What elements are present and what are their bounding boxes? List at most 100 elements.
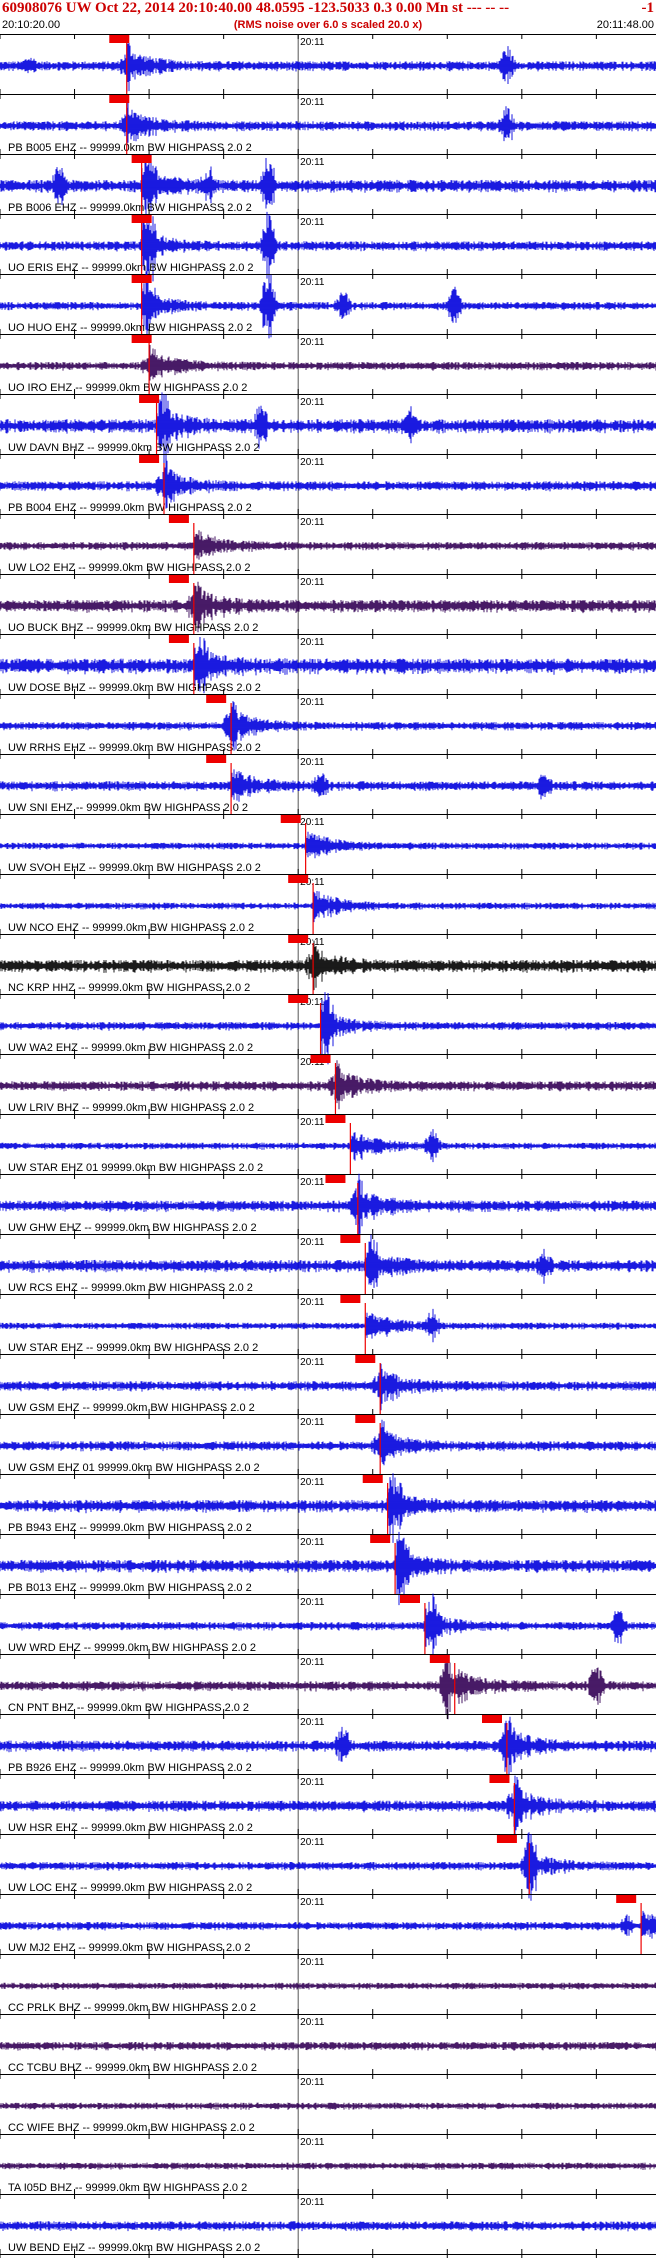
station-label: UW LRIV BHZ -- 99999.0km BW HIGHPASS 2.0… [8, 1102, 254, 1114]
waveform [0, 831, 656, 859]
trace-panel: 20:11 UW HSR EHZ -- 99999.0km BW HIGHPASS… [0, 1774, 656, 1838]
station-label: UW HSR EHZ -- 99999.0km BW HIGHPASS 2.0 … [8, 1822, 253, 1834]
minute-marker-label: 20:11 [300, 2017, 325, 2028]
trace-panel: 20:11 UW STAR EHZ -- 99999.0km BW HIGHPAS… [0, 1294, 656, 1354]
pick-marker [139, 395, 160, 403]
station-label: UW DAVN BHZ -- 99999.0km BW HIGHPASS 2.0… [8, 442, 259, 454]
trace-panel: 20:11 UW LOC EHZ -- 99999.0km BW HIGHPASS… [0, 1832, 656, 1901]
minute-marker-label: 20:11 [300, 1357, 325, 1368]
station-label: UW STAR EHZ 01 99999.0km BW HIGHPASS 2.0… [8, 1162, 263, 1174]
event-title: 60908076 UW Oct 22, 2014 20:10:40.00 48.… [2, 0, 510, 16]
trace-panel: 20:11 [0, 34, 656, 94]
trace-panel: 20:11 PB B926 EHZ -- 99999.0km BW HIGHPAS… [0, 1714, 656, 1775]
waveform [0, 2221, 656, 2232]
pick-marker [206, 755, 227, 763]
minute-marker-label: 20:11 [300, 817, 325, 828]
minute-marker-label: 20:11 [300, 517, 325, 528]
minute-marker-label: 20:11 [300, 337, 325, 348]
station-label: UW MJ2 EHZ -- 99999.0km BW HIGHPASS 2.0 … [8, 1942, 250, 1954]
waveform [0, 1419, 656, 1466]
waveform [0, 1982, 656, 1990]
minute-marker-label: 20:11 [300, 217, 325, 228]
station-label: UO BUCK BHZ -- 99999.0km BW HIGHPASS 2.0… [8, 622, 258, 634]
trace-panel: 20:11 UW RRHS EHZ -- 99999.0km BW HIGHPAS… [0, 694, 656, 754]
pick-marker [310, 1055, 331, 1063]
minute-marker-label: 20:11 [300, 457, 325, 468]
minute-marker-label: 20:11 [300, 1297, 325, 1308]
station-label: UW GHW EHZ -- 99999.0km BW HIGHPASS 2.0 … [8, 1222, 257, 1234]
trace-panel: 20:11 CN PNT BHZ -- 99999.0km BW HIGHPASS… [0, 1654, 656, 1720]
minute-marker-label: 20:11 [300, 397, 325, 408]
trace-panel: 20:11 UW GHW EHZ -- 99999.0km BW HIGHPASS… [0, 1173, 656, 1239]
station-label: CN PNT BHZ -- 99999.0km BW HIGHPASS 2.0 … [8, 1702, 249, 1714]
station-label: NC KRP HHZ -- 99999.0km BW HIGHPASS 2.0 … [8, 982, 250, 994]
trace-panel: 20:11 PB B005 EHZ -- 99999.0km BW HIGHPAS… [0, 94, 656, 154]
minute-marker-label: 20:11 [300, 1417, 325, 1428]
minute-marker-label: 20:11 [300, 1717, 325, 1728]
minute-marker-label: 20:11 [300, 1177, 325, 1188]
trace-panel: 20:11UW MOON EHZ -- 99999.0km BW HIGHPAS… [0, 2254, 656, 2258]
pick-marker [109, 95, 130, 103]
pick-marker [206, 695, 227, 703]
trace-panel: 20:11 PB B006 EHZ -- 99999.0km BW HIGHPAS… [0, 154, 656, 215]
minute-marker-label: 20:11 [300, 157, 325, 168]
pick-marker [325, 1175, 346, 1183]
pick-marker [131, 275, 152, 283]
pick-marker [340, 1235, 361, 1243]
minute-marker-label: 20:11 [300, 1657, 325, 1668]
pick-marker [362, 1475, 383, 1483]
waveform [0, 1910, 656, 1939]
pick-marker [616, 1895, 637, 1903]
station-label: UW GSM EHZ 01 99999.0km BW HIGHPASS 2.0 … [8, 1462, 260, 1474]
trace-panel: 20:11 PB B004 EHZ -- 99999.0km BW HIGHPAS… [0, 454, 656, 514]
waveform [0, 1129, 656, 1163]
pick-marker [355, 1415, 376, 1423]
trace-panel: 20:11UW LRIV BHZ -- 99999.0km BW HIGHPAS… [0, 1054, 656, 1114]
pick-marker [109, 35, 130, 43]
waveform [0, 1308, 656, 1343]
pick-marker [489, 1775, 510, 1783]
trace-panel: 20:11 UW LO2 EHZ -- 99999.0km BW HIGHPASS… [0, 514, 656, 574]
waveform [0, 1234, 656, 1288]
pick-marker [355, 1355, 376, 1363]
pick-marker [370, 1535, 391, 1543]
trace-panel: 20:11 UO HUO EHZ -- 99999.0km BW HIGHPASS… [0, 271, 656, 342]
record-header: 60908076 UW Oct 22, 2014 20:10:40.00 48.… [0, 0, 656, 34]
trace-panel: 20:11 UW DOSE BHZ -- 99999.0km BW HIGHPAS… [0, 634, 656, 694]
station-label: UW SNI EHZ -- 99999.0km BW HIGHPASS 2.0 … [8, 802, 248, 814]
trace-panel: 20:11UW NCO EHZ -- 99999.0km BW HIGHPASS… [0, 874, 656, 934]
station-label: CC PRLK BHZ -- 99999.0km BW HIGHPASS 2.0… [8, 2002, 256, 2014]
trace-panel: 20:11 UW BEND EHZ -- 99999.0km BW HIGHPAS… [0, 2194, 656, 2254]
trace-panel: 20:11 UO ERIS EHZ -- 99999.0km BW HIGHPAS… [0, 211, 656, 282]
waveform [0, 345, 656, 381]
station-label: TA I05D BHZ -- 99999.0km BW HIGHPASS 2.0… [8, 2182, 247, 2194]
trace-panel: 20:11 UW SVOH EHZ -- 99999.0km BW HIGHPAS… [0, 814, 656, 874]
trace-panel: 20:11 UW SNI EHZ -- 99999.0km BW HIGHPASS… [0, 754, 656, 814]
scale-note: (RMS noise over 6.0 s scaled 20.0 x) [233, 19, 423, 31]
pick-marker [496, 1835, 517, 1843]
minute-marker-label: 20:11 [300, 277, 325, 288]
minute-marker-label: 20:11 [300, 1777, 325, 1788]
station-label: UO IRO EHZ -- 99999.0km BW HIGHPASS 2.0 … [8, 382, 247, 394]
station-label: UW NCO EHZ -- 99999.0km BW HIGHPASS 2.0 … [8, 922, 254, 934]
station-label: UW GSM EHZ -- 99999.0km BW HIGHPASS 2.0 … [8, 1402, 255, 1414]
station-label: UW WA2 EHZ -- 99999.0km BW HIGHPASS 2.0 … [8, 1042, 253, 1054]
trace-panel: 20:11 CC TCBU BHZ -- 99999.0km BW HIGHPAS… [0, 2014, 656, 2074]
station-label: UW LO2 EHZ -- 99999.0km BW HIGHPASS 2.0 … [8, 562, 250, 574]
pick-marker [340, 1295, 361, 1303]
trace-panel: 20:11 CC PRLK BHZ -- 99999.0km BW HIGHPAS… [0, 1954, 656, 2014]
station-label: UW WRD EHZ -- 99999.0km BW HIGHPASS 2.0 … [8, 1642, 256, 1654]
trace-panel: 20:11 PB B943 EHZ -- 99999.0km BW HIGHPAS… [0, 1473, 656, 1543]
seismogram-plot: 20:11 20:11 PB B005 EHZ -- 99999.0km BW HI… [0, 34, 656, 2258]
pick-marker [168, 635, 189, 643]
event-title-tail: -1 [641, 0, 655, 16]
station-label: CC TCBU BHZ -- 99999.0km BW HIGHPASS 2.0… [8, 2062, 257, 2074]
station-label: UW SVOH EHZ -- 99999.0km BW HIGHPASS 2.0… [8, 862, 261, 874]
minute-marker-label: 20:11 [300, 2137, 325, 2148]
pick-marker [139, 455, 160, 463]
station-label: PB B926 EHZ -- 99999.0km BW HIGHPASS 2.0… [8, 1762, 252, 1774]
station-label: PB B943 EHZ -- 99999.0km BW HIGHPASS 2.0… [8, 1522, 252, 1534]
pick-marker [131, 335, 152, 343]
station-label: UW RCS EHZ -- 99999.0km BW HIGHPASS 2.0 … [8, 1282, 253, 1294]
trace-panel: 20:11 UW WRD EHZ -- 99999.0km BW HIGHPASS… [0, 1593, 656, 1657]
